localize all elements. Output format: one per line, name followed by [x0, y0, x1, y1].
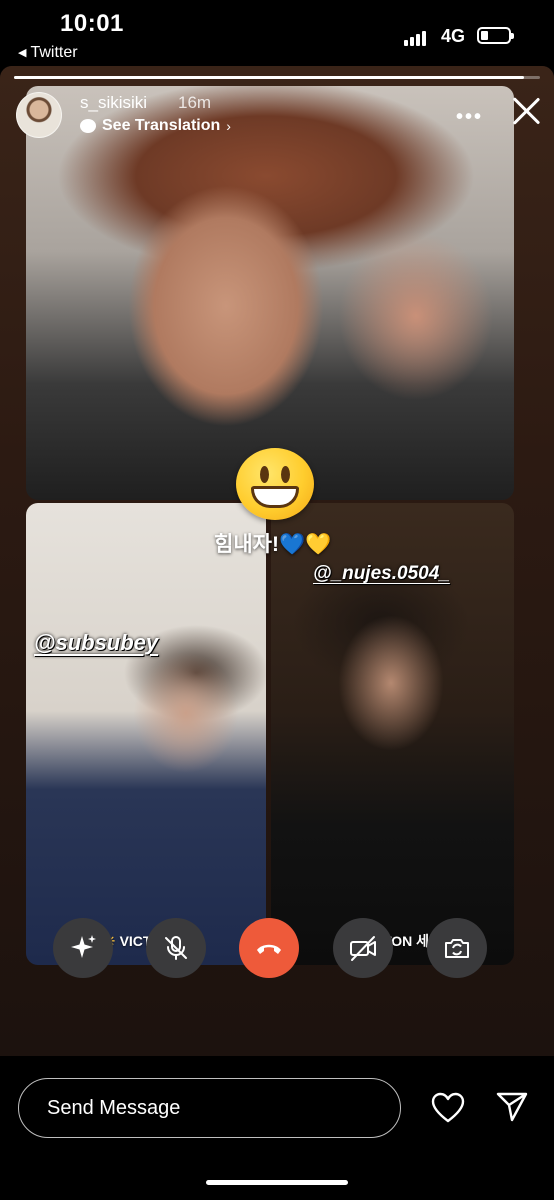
story-username[interactable]: s_sikisiki	[80, 93, 147, 113]
avatar[interactable]	[16, 92, 62, 138]
network-type: 4G	[441, 26, 466, 46]
camera-off-button[interactable]	[333, 918, 393, 978]
see-translation-label: See Translation	[102, 117, 221, 134]
effects-button[interactable]	[53, 918, 113, 978]
status-bar: 10:01 ◀ Twitter 4G	[0, 0, 554, 66]
send-message-placeholder: Send Message	[47, 1097, 181, 1119]
back-arrow-icon: ◀	[18, 47, 27, 59]
share-icon[interactable]	[494, 1088, 530, 1124]
mention-nujes[interactable]: @_nujes.0504_	[313, 563, 450, 585]
more-icon[interactable]: •••	[456, 106, 483, 129]
mention-subsubey[interactable]: @subsubey	[34, 630, 158, 656]
end-call-button[interactable]	[239, 918, 299, 978]
heart-icon[interactable]	[430, 1090, 466, 1126]
cheer-text-sticker: 힘내자!💙💛	[214, 533, 332, 556]
back-to-app-link[interactable]: ◀ Twitter	[18, 44, 78, 62]
story-viewer[interactable]: ☀VICTON 숩 ☀VICTON 세준 s_sikisiki 16m See …	[0, 66, 554, 1056]
status-time: 10:01	[60, 10, 124, 37]
story-progress-bar	[14, 76, 540, 79]
chevron-right-icon: ›	[226, 118, 231, 134]
video-tile-top	[26, 86, 514, 500]
effects-icon	[71, 935, 96, 958]
translation-bubble-icon	[80, 119, 96, 133]
battery-icon	[477, 27, 514, 44]
home-indicator	[206, 1180, 348, 1185]
grinning-face-sticker	[236, 448, 314, 520]
end-call-icon	[257, 944, 281, 954]
video-tile-left: ☀VICTON 숩	[26, 503, 266, 965]
signal-icon	[404, 28, 432, 46]
see-translation-button[interactable]: See Translation ›	[80, 117, 231, 135]
call-controls	[0, 918, 554, 980]
flip-camera-icon	[445, 939, 469, 958]
camera-off-icon	[350, 936, 376, 961]
back-app-label: Twitter	[30, 44, 78, 61]
send-message-input[interactable]: Send Message	[18, 1078, 401, 1138]
mic-muted-icon	[165, 936, 187, 960]
flip-camera-button[interactable]	[427, 918, 487, 978]
story-time-ago: 16m	[178, 93, 212, 112]
close-icon[interactable]	[511, 96, 541, 126]
mute-mic-button[interactable]	[146, 918, 206, 978]
